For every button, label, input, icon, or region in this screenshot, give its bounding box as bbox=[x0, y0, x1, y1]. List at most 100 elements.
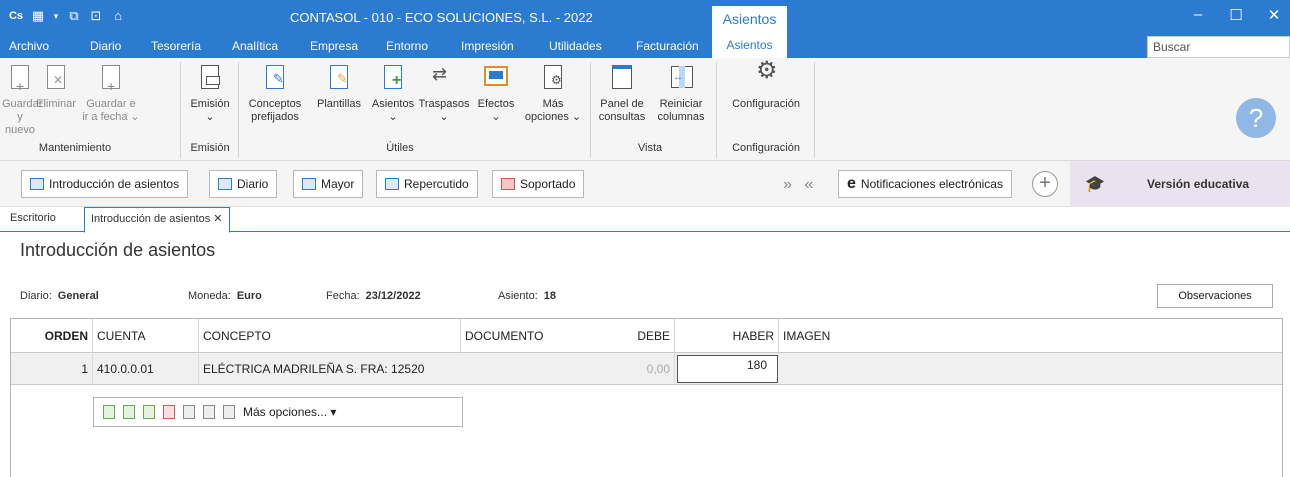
app-logo: Cs bbox=[8, 10, 24, 22]
menu-utilidades[interactable]: Utilidades bbox=[549, 39, 602, 53]
lock-icon[interactable]: ⌂ bbox=[110, 8, 126, 24]
menu-analitica[interactable]: Analítica bbox=[232, 39, 278, 53]
shortcut-bar: Introducción de asientos Diario Mayor Re… bbox=[0, 161, 1290, 207]
notificaciones-electronicas-button[interactable]: e Notificaciones electrónicas bbox=[838, 170, 1012, 198]
emision-button[interactable]: Emisión ⌄ bbox=[186, 64, 234, 124]
traspasos-button[interactable]: ⇄ Traspasos ⌄ bbox=[416, 64, 472, 124]
entry-icon bbox=[30, 178, 44, 190]
menu-diario[interactable]: Diario bbox=[90, 39, 121, 53]
tab-escritorio[interactable]: Escritorio bbox=[10, 212, 56, 224]
delete-row-icon[interactable] bbox=[163, 405, 175, 419]
cell-cuenta[interactable]: 410.0.0.01 bbox=[93, 353, 199, 385]
new-document-icon: + bbox=[6, 64, 34, 94]
new-document-icon: + bbox=[97, 64, 125, 94]
gear-icon: ⚙ bbox=[756, 57, 778, 84]
group-label-mantenimiento: Mantenimiento bbox=[38, 142, 112, 154]
e-notification-icon: e bbox=[847, 175, 856, 192]
plantillas-button[interactable]: ✎ Plantillas bbox=[310, 64, 368, 111]
menu-tesoreria[interactable]: Tesorería bbox=[151, 39, 201, 53]
shortcut-repercutido[interactable]: Repercutido bbox=[376, 170, 478, 198]
group-separator bbox=[814, 62, 815, 158]
guardar-e-ir-a-fecha-button[interactable]: + Guardar e ir a fecha ⌄ bbox=[78, 64, 144, 124]
table-row[interactable]: 1 410.0.0.01 ELÉCTRICA MADRILEÑA S. FRA:… bbox=[11, 353, 1282, 385]
menu-impresion[interactable]: Impresión bbox=[461, 39, 514, 53]
copy-icon[interactable]: ⧉ bbox=[66, 8, 82, 24]
group-separator bbox=[590, 62, 591, 158]
window-title: CONTASOL - 010 - ECO SOLUCIONES, S.L. - … bbox=[290, 10, 593, 25]
column-imagen[interactable]: IMAGEN bbox=[779, 319, 1282, 353]
input-vat-icon bbox=[501, 178, 515, 190]
haber-input[interactable]: 180 bbox=[677, 355, 778, 383]
menu-facturacion[interactable]: Facturación bbox=[636, 39, 699, 53]
calendar-icon[interactable]: ▦ bbox=[30, 8, 46, 24]
mas-opciones-dropdown[interactable]: Más opciones... ▾ bbox=[243, 405, 336, 419]
menu-entorno[interactable]: Entorno bbox=[386, 39, 428, 53]
panel-icon bbox=[608, 64, 636, 94]
copy-row-icon[interactable] bbox=[143, 405, 155, 419]
mas-opciones-button[interactable]: ⚙ Más opciones ⌄ bbox=[522, 64, 584, 124]
shortcut-introduccion-asientos[interactable]: Introducción de asientos bbox=[21, 170, 189, 198]
shortcut-diario[interactable]: Diario bbox=[209, 170, 278, 198]
scroll-arrows[interactable]: » « bbox=[783, 176, 817, 194]
tab-introduccion-asientos[interactable]: Introducción de asientos ✕ bbox=[84, 207, 230, 233]
shortcut-soportado[interactable]: Soportado bbox=[492, 170, 585, 198]
insert-row-icon[interactable] bbox=[123, 405, 135, 419]
shortcut-mayor[interactable]: Mayor bbox=[293, 170, 364, 198]
template-icon: ✎ bbox=[325, 64, 353, 94]
help-icon[interactable]: ? bbox=[1236, 98, 1276, 138]
cell-debe[interactable]: 0,00 bbox=[569, 353, 675, 385]
entries-grid: ORDEN CUENTA CONCEPTO DOCUMENTO DEBE HAB… bbox=[10, 318, 1283, 477]
panel-de-consultas-button[interactable]: Panel de consultas bbox=[594, 64, 650, 124]
diario-value: General bbox=[57, 290, 99, 302]
efectos-button[interactable]: Efectos ⌄ bbox=[472, 64, 520, 124]
group-label-emision: Emisión bbox=[190, 142, 230, 154]
grid-toolbar: Más opciones... ▾ bbox=[93, 397, 463, 427]
maximize-button[interactable]: ☐ bbox=[1226, 6, 1246, 24]
paste-icon[interactable]: ⊡ bbox=[88, 8, 104, 24]
add-row-icon[interactable] bbox=[103, 405, 115, 419]
columns-dropdown-icon[interactable] bbox=[203, 405, 215, 419]
ribbon: + Guardar y nuevo ✕ Eliminar + Guardar e… bbox=[0, 58, 1290, 161]
cell-imagen[interactable] bbox=[779, 353, 1282, 385]
delete-entry-icon: ✕ bbox=[42, 64, 70, 94]
fecha-value: 23/12/2022 bbox=[365, 290, 421, 302]
ledger-icon bbox=[302, 178, 316, 190]
column-cuenta[interactable]: CUENTA bbox=[93, 319, 199, 353]
diario-info: Diario: General bbox=[20, 290, 99, 302]
asientos-button[interactable]: + Asientos ⌄ bbox=[369, 64, 417, 124]
conceptos-prefijados-button[interactable]: ✎ Conceptos prefijados bbox=[242, 64, 308, 124]
search-input[interactable]: Buscar bbox=[1147, 36, 1290, 58]
menu-asientos[interactable]: Asientos bbox=[712, 34, 787, 58]
effects-icon bbox=[482, 64, 510, 94]
eliminar-button[interactable]: ✕ Eliminar bbox=[34, 64, 78, 111]
output-vat-icon bbox=[385, 178, 399, 190]
menu-empresa[interactable]: Empresa bbox=[310, 39, 358, 53]
title-bar: Cs ▦ ▾ ⧉ ⊡ ⌂ CONTASOL - 010 - ECO SOLUCI… bbox=[0, 0, 1290, 34]
observaciones-button[interactable]: Observaciones bbox=[1157, 284, 1273, 308]
column-concepto[interactable]: CONCEPTO bbox=[199, 319, 461, 353]
group-separator bbox=[180, 62, 181, 158]
reiniciar-columnas-button[interactable]: ↔ Reiniciar columnas bbox=[652, 64, 710, 124]
print-icon bbox=[196, 64, 224, 94]
column-orden[interactable]: ORDEN bbox=[11, 319, 93, 353]
grid-header: ORDEN CUENTA CONCEPTO DOCUMENTO DEBE HAB… bbox=[11, 319, 1282, 353]
cell-concepto[interactable]: ELÉCTRICA MADRILEÑA S. FRA: 12520 bbox=[199, 353, 461, 385]
cell-orden[interactable]: 1 bbox=[11, 353, 93, 385]
column-debe[interactable]: DEBE bbox=[569, 319, 675, 353]
menu-archivo[interactable]: Archivo bbox=[9, 39, 49, 53]
close-button[interactable]: ✕ bbox=[1264, 6, 1284, 24]
transfer-icon: ⇄ bbox=[432, 64, 448, 84]
minimize-button[interactable]: – bbox=[1188, 6, 1208, 24]
column-haber[interactable]: HABER bbox=[675, 319, 779, 353]
graduation-cap-icon: 🎓 bbox=[1085, 176, 1105, 193]
add-entry-icon: + bbox=[379, 64, 407, 94]
attach-dropdown-icon[interactable] bbox=[223, 405, 235, 419]
configuracion-button[interactable]: ⚙ Configuración bbox=[720, 57, 812, 111]
group-separator bbox=[716, 62, 717, 158]
add-shortcut-button[interactable]: + bbox=[1032, 171, 1058, 197]
guardar-y-nuevo-button[interactable]: + Guardar y nuevo bbox=[2, 64, 42, 137]
quick-access-toolbar: Cs ▦ ▾ ⧉ ⊡ ⌂ bbox=[8, 8, 126, 24]
version-educativa-label: Versión educativa bbox=[1147, 177, 1250, 191]
format-dropdown-icon[interactable] bbox=[183, 405, 195, 419]
dropdown-icon[interactable]: ▾ bbox=[52, 8, 60, 24]
